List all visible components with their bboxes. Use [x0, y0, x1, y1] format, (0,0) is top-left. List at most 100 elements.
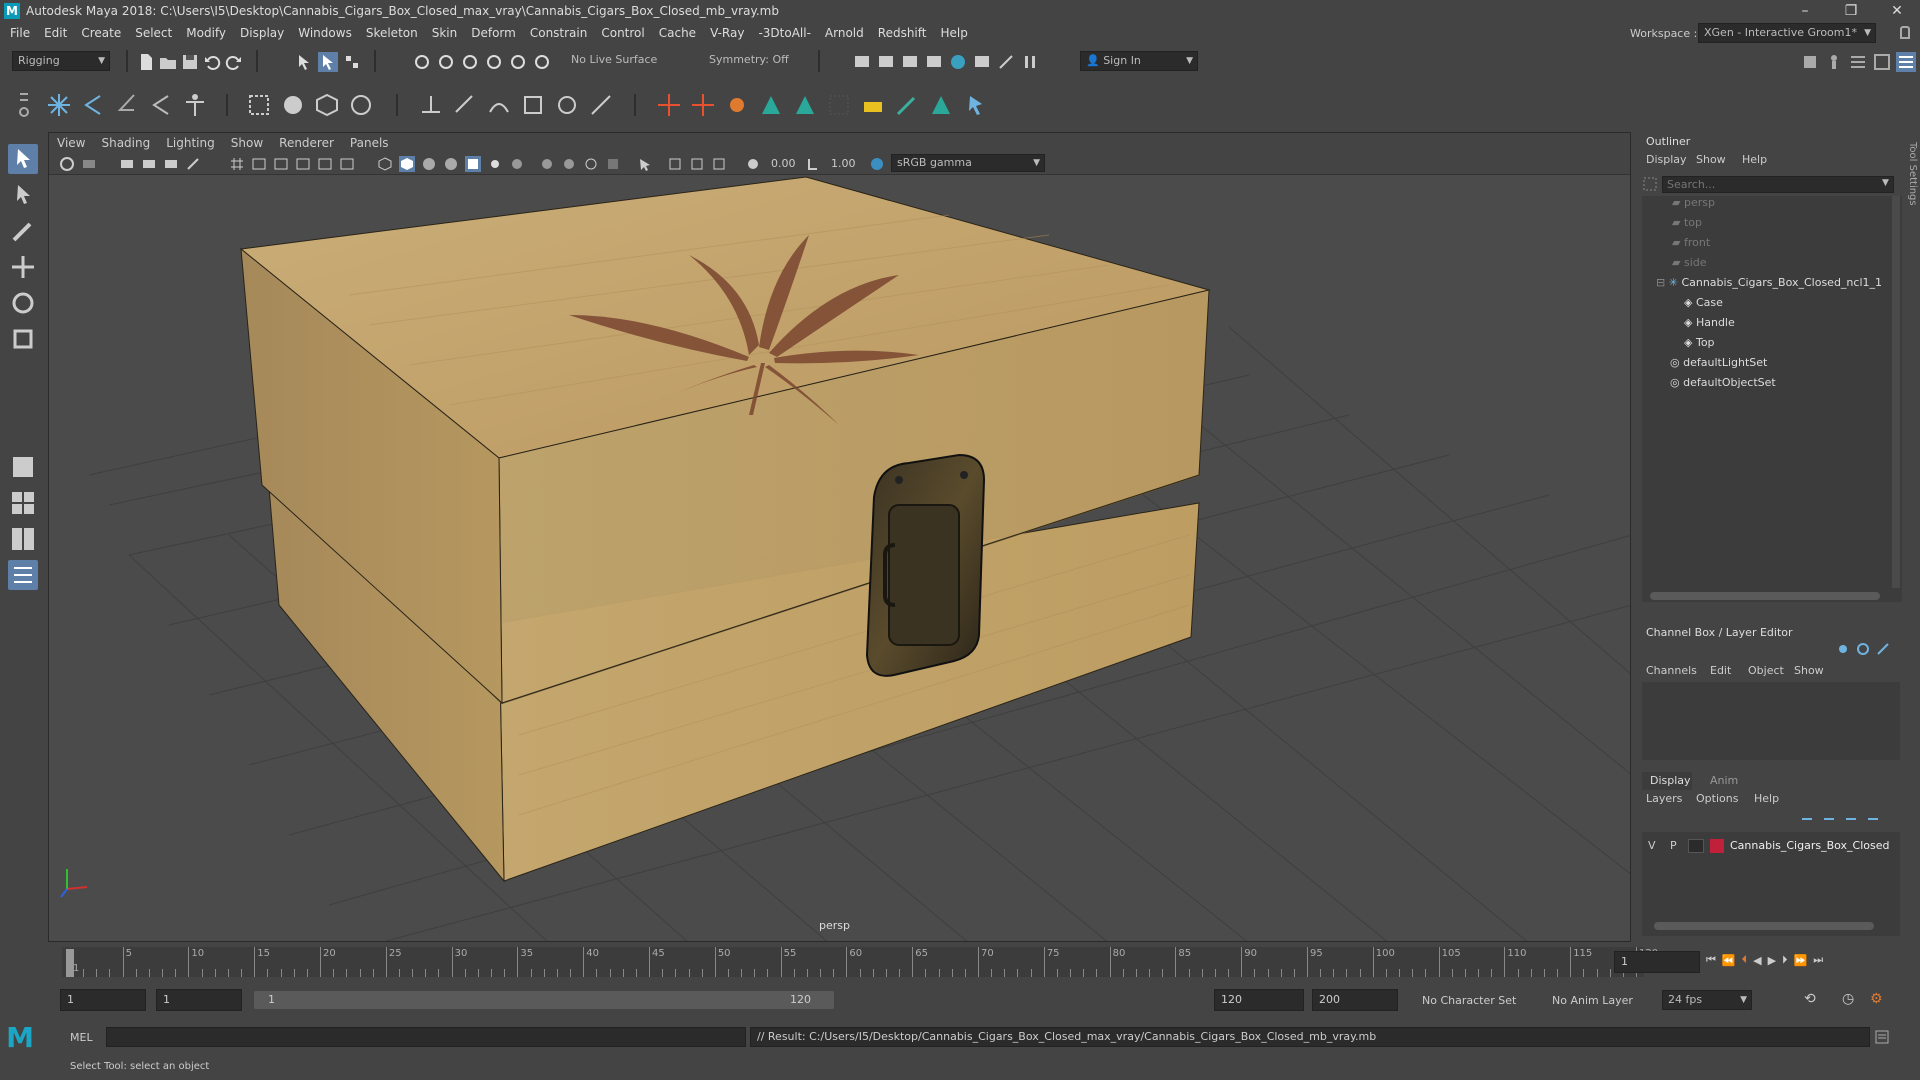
outliner-search-input[interactable]: [1662, 176, 1894, 193]
gamma-icon[interactable]: [805, 156, 821, 172]
vray-ipr-icon[interactable]: [996, 52, 1016, 72]
view-transform-dropdown[interactable]: sRGB gamma ▼: [891, 154, 1045, 172]
tab-anim[interactable]: Anim: [1710, 774, 1738, 787]
aim-constraint-icon[interactable]: [554, 92, 580, 118]
script-editor-icon[interactable]: [1874, 1029, 1890, 1045]
playback-end-field[interactable]: 120: [1214, 989, 1304, 1011]
playback-start-field[interactable]: 1: [156, 989, 242, 1011]
snap-view-plane-icon[interactable]: [484, 52, 504, 72]
step-back-key-icon[interactable]: ⏪: [1722, 954, 1736, 967]
layer-hscrollbar[interactable]: [1654, 922, 1874, 930]
minimize-button[interactable]: –: [1782, 0, 1828, 22]
go-to-start-icon[interactable]: ⏮: [1706, 953, 1716, 967]
tool-settings-tab[interactable]: Tool Settings: [1904, 142, 1918, 262]
smooth-shade-icon[interactable]: [399, 156, 415, 172]
layer-row[interactable]: V P Cannabis_Cigars_Box_Closed: [1642, 836, 1900, 856]
menu-set-dropdown[interactable]: Rigging ▼: [12, 51, 110, 71]
scene-3d-view[interactable]: [49, 175, 1631, 942]
field-chart-icon[interactable]: [317, 156, 333, 172]
insert-joint-icon[interactable]: [148, 92, 174, 118]
lattice-icon[interactable]: [314, 92, 340, 118]
grease-pencil-icon[interactable]: [185, 156, 201, 172]
shadows-icon[interactable]: [509, 156, 525, 172]
snap-surface-icon[interactable]: [508, 52, 528, 72]
ik-handle-icon[interactable]: [80, 92, 106, 118]
camera-select-icon[interactable]: [59, 156, 75, 172]
vp-menu-panels[interactable]: Panels: [342, 136, 397, 150]
outliner-hscrollbar[interactable]: [1650, 592, 1880, 600]
xray-icon[interactable]: [667, 156, 683, 172]
scale-constraint-icon[interactable]: [520, 92, 546, 118]
time-slider[interactable]: 1 5 10 15 20 25 30 35 40 45 50 55 60 65 70 75 80 85 90 95 10…: [48, 945, 1920, 981]
script-language-toggle[interactable]: MEL: [70, 1031, 93, 1044]
filter-icon[interactable]: [1642, 176, 1658, 192]
outliner-menu-display[interactable]: Display: [1646, 153, 1687, 166]
layer-playback-toggle[interactable]: P: [1670, 839, 1677, 852]
orient-constraint-icon[interactable]: [486, 92, 512, 118]
select-hierarchy-icon[interactable]: [294, 52, 314, 72]
outliner-item-case[interactable]: ◈ Case: [1684, 296, 1723, 316]
collapse-icon[interactable]: ⊟: [1656, 276, 1669, 289]
outliner-menu-help[interactable]: Help: [1742, 153, 1767, 166]
step-forward-frame-icon[interactable]: ⏵: [1782, 953, 1788, 967]
refresh-icon[interactable]: [1856, 642, 1870, 656]
select-tool-button[interactable]: [8, 144, 38, 174]
edit-menu[interactable]: Edit: [1710, 664, 1731, 677]
channel-box-icon[interactable]: [1896, 52, 1916, 72]
close-button[interactable]: ✕: [1874, 0, 1920, 22]
current-frame-field[interactable]: 1: [1614, 951, 1700, 973]
ipr-render-icon[interactable]: [900, 52, 920, 72]
auto-key-icon[interactable]: ◷: [1842, 991, 1854, 1007]
live-surface-field[interactable]: No Live Surface: [566, 51, 662, 71]
menu-redshift[interactable]: Redshift: [871, 26, 934, 40]
paint-effects-icon[interactable]: [860, 92, 886, 118]
object-menu[interactable]: Object: [1748, 664, 1784, 677]
move-layer-down-icon[interactable]: [1822, 812, 1836, 826]
menu-vray[interactable]: V-Ray: [703, 26, 751, 40]
default-material-icon[interactable]: [421, 156, 437, 172]
snap-point-icon[interactable]: [460, 52, 480, 72]
modeling-toolkit-icon[interactable]: [1800, 52, 1820, 72]
outliner-item-persp[interactable]: ▰ persp: [1672, 196, 1715, 216]
brush-icon[interactable]: [894, 92, 920, 118]
vp-menu-show[interactable]: Show: [223, 136, 271, 150]
screen-space-ao-icon[interactable]: [539, 156, 555, 172]
move-tool-button[interactable]: [8, 252, 38, 282]
vray-render-icon[interactable]: [972, 52, 992, 72]
snap-curve-icon[interactable]: [436, 52, 456, 72]
move-layer-up-icon[interactable]: [1800, 812, 1814, 826]
pole-vector-icon[interactable]: [588, 92, 614, 118]
empty-slot-icon[interactable]: [826, 92, 852, 118]
motion-blur-icon[interactable]: [561, 156, 577, 172]
color-management-icon[interactable]: [869, 156, 885, 172]
step-forward-key-icon[interactable]: ⏩: [1794, 954, 1808, 967]
joint-tool-icon[interactable]: [46, 92, 72, 118]
outliner-layout-button[interactable]: [8, 560, 38, 590]
arnold-mesh-icon[interactable]: [928, 92, 954, 118]
outliner-vscrollbar[interactable]: [1892, 196, 1900, 588]
bookmark-icon[interactable]: [119, 156, 135, 172]
range-bar[interactable]: 1 120: [254, 991, 834, 1009]
tab-display[interactable]: Display: [1642, 772, 1692, 790]
go-to-end-icon[interactable]: ⏭: [1813, 953, 1823, 967]
shelf-options-icon[interactable]: [16, 90, 32, 120]
smooth-bind-icon[interactable]: [246, 92, 272, 118]
new-layer-selected-icon[interactable]: [1866, 812, 1880, 826]
menu-3dtoall[interactable]: -3DtoAll-: [751, 26, 817, 40]
camera-attributes-icon[interactable]: [81, 156, 97, 172]
xray-components-icon[interactable]: [711, 156, 727, 172]
hypershade-icon[interactable]: [948, 52, 968, 72]
snap-pivot-icon[interactable]: [532, 52, 552, 72]
step-back-frame-icon[interactable]: ⏴: [1742, 953, 1748, 967]
ik-spline-icon[interactable]: [114, 92, 140, 118]
fps-dropdown[interactable]: 24 fps ▼: [1662, 990, 1752, 1010]
layer-reference-toggle[interactable]: [1688, 839, 1704, 853]
animation-start-field[interactable]: 1: [60, 989, 146, 1011]
undo-icon[interactable]: [202, 52, 222, 72]
menu-display[interactable]: Display: [233, 26, 291, 40]
four-pane-layout-button[interactable]: [8, 488, 38, 518]
anim-layer-field[interactable]: No Anim Layer: [1552, 994, 1633, 1007]
arnold-render-icon[interactable]: [792, 92, 818, 118]
snap-grid-icon[interactable]: [412, 52, 432, 72]
show-menu[interactable]: Show: [1794, 664, 1824, 677]
